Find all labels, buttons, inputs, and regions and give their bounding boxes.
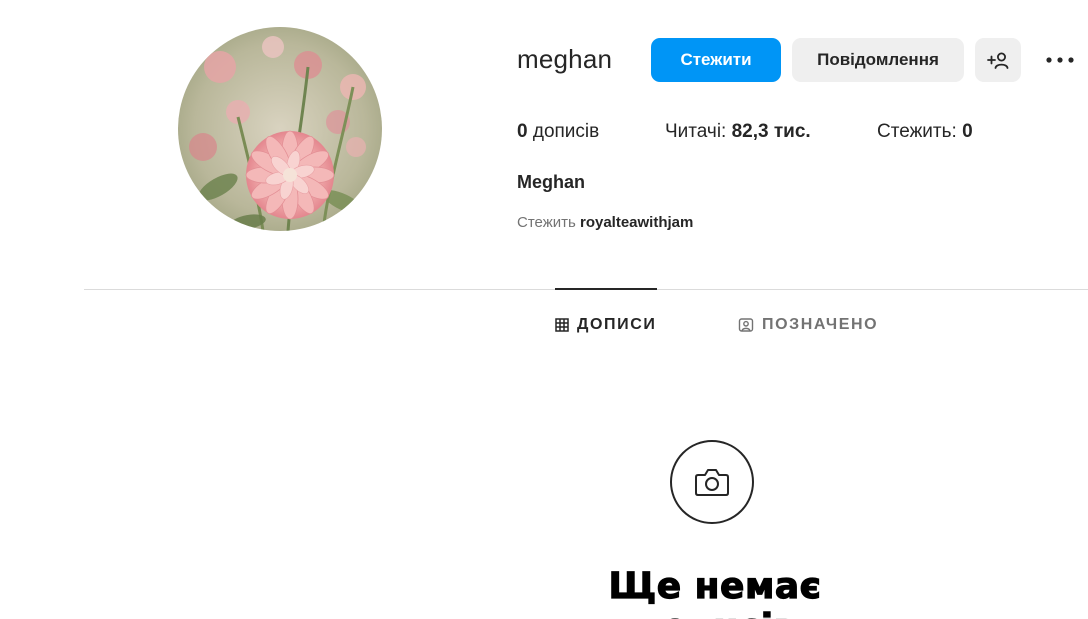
profile-username: meghan: [517, 44, 613, 74]
followed-by-name[interactable]: royalteawithjam: [580, 214, 693, 231]
profile-full-name: Meghan: [517, 172, 586, 192]
tab-tagged[interactable]: ПОЗНАЧЕНО: [738, 314, 878, 336]
empty-state-camera: [670, 440, 754, 524]
tagged-icon: [738, 318, 754, 332]
camera-icon: [695, 469, 729, 496]
tab-tagged-label: ПОЗНАЧЕНО: [762, 316, 879, 333]
follow-button[interactable]: Стежити: [651, 38, 781, 82]
more-horizontal-icon: [1046, 57, 1074, 63]
active-tab-indicator: [555, 288, 657, 290]
posts-count-value: 0: [517, 121, 528, 142]
posts-count: 0 дописів: [517, 121, 599, 143]
tab-posts-label: ДОПИСИ: [577, 316, 657, 333]
followers-label: Читачі:: [665, 121, 727, 142]
posts-count-label: дописів: [532, 121, 600, 142]
empty-state-title: Ще немає дописів: [608, 565, 822, 619]
more-options-button[interactable]: [1038, 38, 1082, 82]
followers-count[interactable]: Читачі: 82,3 тис.: [665, 121, 811, 143]
profile-page: meghan Стежити Повідомлення 0 дописів Чи…: [0, 0, 1088, 619]
message-button[interactable]: Повідомлення: [792, 38, 964, 82]
profile-avatar[interactable]: [178, 27, 382, 231]
add-person-icon: [987, 52, 1009, 69]
following-label: Стежить:: [877, 121, 957, 142]
followed-by[interactable]: Стежить royalteawithjam: [517, 214, 693, 231]
followers-value: 82,3 тис.: [731, 121, 811, 142]
following-count[interactable]: Стежить: 0: [877, 121, 973, 143]
tab-posts[interactable]: ДОПИСИ: [555, 314, 657, 336]
followed-by-prefix: Стежить: [517, 214, 576, 231]
following-value: 0: [962, 121, 973, 142]
suggest-users-button[interactable]: [975, 38, 1021, 82]
flower-photo: [178, 27, 382, 231]
grid-icon: [555, 318, 569, 332]
